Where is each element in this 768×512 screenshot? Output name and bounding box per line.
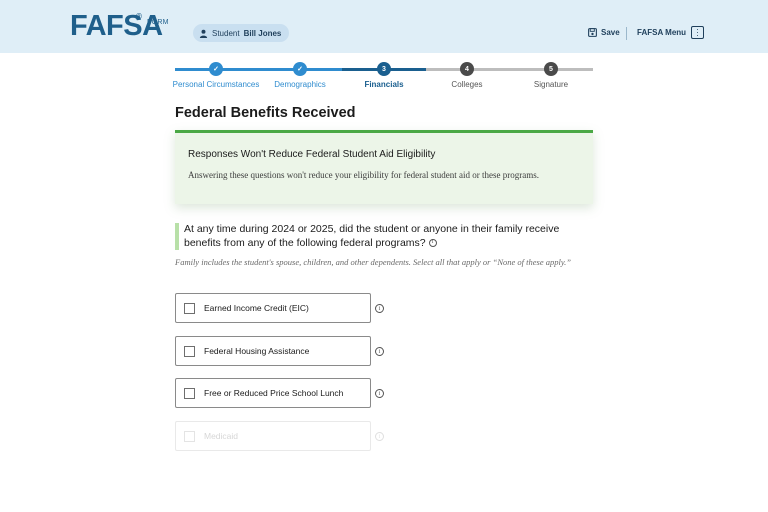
option-label: Medicaid	[204, 431, 239, 441]
step-label-1[interactable]: Personal Circumstances	[173, 80, 260, 89]
logo-form-label: FORM	[147, 19, 169, 26]
checkbox[interactable]	[184, 302, 195, 314]
info-icon[interactable]: i	[428, 238, 437, 247]
info-icon[interactable]: i	[375, 347, 384, 356]
checkbox[interactable]	[184, 345, 195, 357]
eligibility-callout: Responses Won't Reduce Federal Student A…	[175, 130, 593, 204]
question-text: At any time during 2024 or 2025, did the…	[184, 223, 589, 250]
step-label-5[interactable]: Signature	[534, 80, 568, 89]
step-label-2[interactable]: Demographics	[274, 80, 326, 89]
menu-label: FAFSA Menu	[637, 28, 687, 37]
step-circle-2[interactable]: ✓	[293, 62, 307, 76]
page-title: Federal Benefits Received	[175, 105, 356, 121]
student-badge: Student Bill Jones	[193, 24, 290, 42]
progress-stepper: ✓ Personal Circumstances ✓ Demographics 3 Fin…	[173, 62, 593, 92]
question-hint: Family includes the student's spouse, ch…	[175, 257, 571, 267]
step-circle-3[interactable]: 3	[377, 62, 391, 76]
question-label: At any time during 2024 or 2025, did the…	[184, 223, 560, 249]
fafsa-logo[interactable]: FAFSA	[70, 11, 163, 41]
option-label: Free or Reduced Price School Lunch	[204, 388, 344, 398]
option-checkbox-row[interactable]: Medicaid	[175, 421, 371, 451]
option-checkbox-row[interactable]: Earned Income Credit (EIC)	[175, 293, 371, 323]
option-checkbox-row[interactable]: Free or Reduced Price School Lunch	[175, 378, 371, 408]
step-circle-5[interactable]: 5	[544, 62, 558, 76]
student-name: Bill Jones	[243, 28, 282, 38]
site-header: FAFSA ® FORM Student Bill Jones Save FAF…	[0, 0, 768, 53]
step-circle-1[interactable]: ✓	[209, 62, 223, 76]
logo-registered-mark: ®	[136, 12, 142, 21]
person-icon	[199, 29, 208, 38]
save-label: Save	[601, 28, 620, 37]
fafsa-menu-button[interactable]: FAFSA Menu	[637, 26, 705, 39]
progress-fill	[175, 68, 344, 71]
checkbox[interactable]	[184, 387, 195, 399]
info-icon[interactable]: i	[375, 432, 384, 441]
checkbox[interactable]	[184, 430, 195, 442]
option-label: Federal Housing Assistance	[204, 346, 310, 356]
header-divider	[626, 27, 627, 40]
callout-body: Answering these questions won't reduce y…	[188, 170, 540, 180]
info-icon[interactable]: i	[375, 389, 384, 398]
callout-title: Responses Won't Reduce Federal Student A…	[188, 149, 436, 160]
step-label-3[interactable]: Financials	[364, 80, 403, 89]
option-checkbox-row[interactable]: Federal Housing Assistance	[175, 336, 371, 366]
save-icon	[588, 28, 597, 37]
save-button[interactable]: Save	[588, 28, 620, 37]
step-label-4[interactable]: Colleges	[451, 80, 482, 89]
step-circle-4[interactable]: 4	[460, 62, 474, 76]
option-label: Earned Income Credit (EIC)	[204, 303, 309, 313]
kebab-menu-icon	[691, 26, 705, 39]
student-prefix: Student	[212, 28, 240, 38]
info-icon[interactable]: i	[375, 304, 384, 313]
question-accent-bar	[175, 223, 179, 250]
